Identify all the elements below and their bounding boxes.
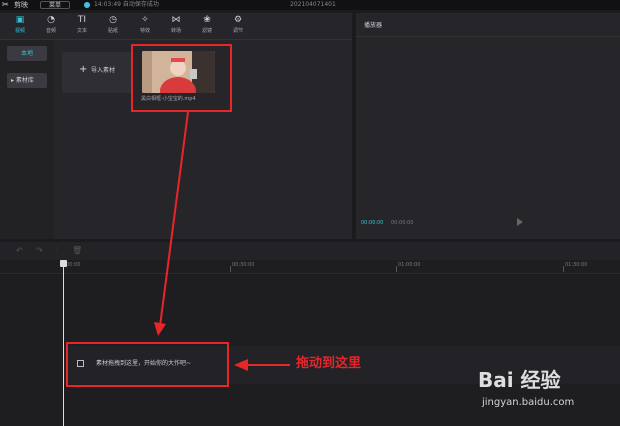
play-icon[interactable] [517, 218, 523, 226]
tab-text[interactable]: TI 文本 [67, 13, 97, 39]
tab-effects[interactable]: ✧ 特效 [130, 13, 160, 39]
menu-button[interactable]: 菜单 [40, 1, 70, 9]
player-title: 播放器 [364, 22, 383, 29]
timeline-toolbar [0, 242, 620, 260]
tab-text-label: 文本 [76, 28, 87, 34]
sidebar-item-library[interactable]: ▸ 素材库 [7, 73, 47, 88]
player-current-time: 00:00:00 [361, 220, 384, 226]
player-panel [356, 13, 620, 239]
media-sidebar [0, 40, 54, 239]
save-status: 14:03:49 自动保存成功 [94, 1, 159, 8]
plus-icon: + [79, 64, 88, 75]
tab-filter[interactable]: ❀ 滤镜 [192, 13, 222, 39]
tab-transition-label: 转场 [170, 28, 181, 34]
timeline-ruler[interactable] [0, 260, 620, 274]
player-divider [356, 36, 620, 37]
tick [230, 266, 231, 272]
tab-media-label: 视频 [14, 28, 25, 34]
tab-sticker-label: 贴纸 [107, 28, 118, 34]
tick-label: 01:30:00 [565, 262, 588, 268]
redo-icon[interactable]: ↷ [36, 246, 43, 256]
tab-media[interactable]: ▣ 视频 [5, 13, 35, 39]
watermark-logo: Bai 经验 [478, 368, 561, 392]
transition-icon: ⋈ [171, 15, 181, 25]
save-status-icon [84, 2, 90, 8]
tick-label: 01:00:00 [398, 262, 421, 268]
tick [563, 266, 564, 272]
sidebar-item-local[interactable]: 本地 [7, 46, 47, 61]
media-icon: ▣ [15, 15, 25, 25]
watermark-url: jingyan.baidu.com [482, 397, 575, 408]
adjust-icon: ⚙ [233, 15, 243, 25]
tab-transition[interactable]: ⋈ 转场 [161, 13, 191, 39]
film-icon [77, 360, 84, 367]
undo-icon[interactable]: ↶ [16, 246, 23, 256]
sticker-icon: ◷ [109, 15, 117, 25]
tick-label: 00:00 [66, 262, 81, 268]
drop-hint: 素材拖拽到这里，开始你的大作吧~ [96, 360, 192, 367]
tick [396, 266, 397, 272]
media-highlight-box [131, 44, 232, 112]
tick-label: 00:30:00 [232, 262, 255, 268]
tab-audio[interactable]: ◔ 音频 [36, 13, 66, 39]
effects-icon: ✧ [141, 15, 149, 25]
tab-sticker[interactable]: ◷ 贴纸 [98, 13, 128, 39]
annotation-label: 拖动到这里 [296, 356, 362, 371]
app-name: 剪映 [14, 1, 28, 9]
app-logo-icon: ✂ [2, 0, 9, 9]
tab-adjust[interactable]: ⚙ 调节 [223, 13, 253, 39]
tab-adjust-label: 调节 [232, 28, 243, 34]
tab-effects-label: 特效 [139, 28, 150, 34]
split-icon[interactable]: ⫶ [56, 246, 58, 256]
delete-icon[interactable]: 🗑 [72, 246, 82, 256]
project-name: 202104071401 [290, 1, 336, 8]
import-media-label: 导入素材 [91, 67, 116, 74]
tab-filter-label: 滤镜 [201, 28, 212, 34]
filter-icon: ❀ [203, 15, 211, 25]
playhead[interactable] [63, 262, 64, 426]
audio-icon: ◔ [47, 15, 55, 25]
tab-audio-label: 音频 [45, 28, 56, 34]
text-icon: TI [77, 15, 87, 25]
playhead-handle[interactable] [60, 260, 67, 267]
player-total-time: 00:00:00 [391, 220, 414, 226]
